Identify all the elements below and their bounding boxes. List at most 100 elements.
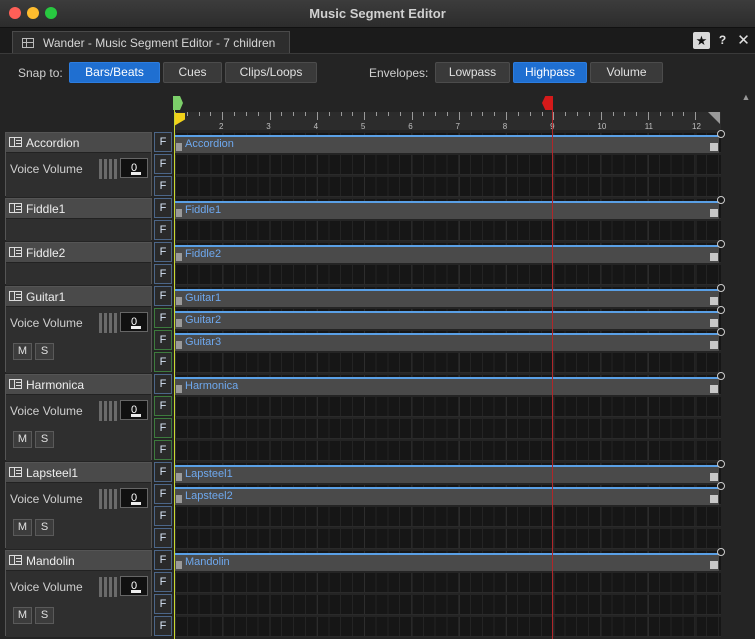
voice-volume-slider[interactable]: [99, 489, 119, 509]
f-button[interactable]: F: [154, 528, 172, 548]
voice-volume-field[interactable]: 0: [120, 400, 148, 420]
clip-end-handle[interactable]: [710, 143, 718, 151]
snap-cues-button[interactable]: Cues: [163, 62, 222, 83]
f-button[interactable]: F: [154, 616, 172, 636]
clip-end-handle[interactable]: [710, 209, 718, 217]
f-button[interactable]: F: [154, 352, 172, 372]
track-lane[interactable]: [175, 397, 721, 417]
track-lane[interactable]: [175, 221, 721, 241]
scroll-up-icon[interactable]: ▲: [741, 92, 751, 102]
voice-volume-slider[interactable]: [99, 159, 119, 179]
clip-start-handle[interactable]: [176, 341, 182, 349]
clip-end-handle[interactable]: [710, 297, 718, 305]
clip-end-handle[interactable]: [710, 473, 718, 481]
f-button[interactable]: F: [154, 484, 172, 504]
f-button[interactable]: F: [154, 572, 172, 592]
f-button[interactable]: F: [154, 154, 172, 174]
track-lane[interactable]: [175, 265, 721, 285]
track-name-row[interactable]: Lapsteel1: [6, 463, 151, 482]
music-clip[interactable]: Guitar1: [175, 284, 725, 307]
f-button[interactable]: F: [154, 440, 172, 460]
track-name-row[interactable]: Fiddle2: [6, 243, 151, 262]
mute-button[interactable]: M: [13, 519, 32, 536]
voice-volume-field[interactable]: 0: [120, 488, 148, 508]
music-clip[interactable]: Guitar3: [175, 328, 725, 351]
clip-envelope-point[interactable]: [717, 240, 725, 248]
track-lane[interactable]: [175, 529, 721, 549]
clip-start-handle[interactable]: [176, 561, 182, 569]
mute-button[interactable]: M: [13, 431, 32, 448]
track-header[interactable]: Fiddle2: [5, 242, 152, 285]
music-clip[interactable]: Harmonica: [175, 372, 725, 395]
track-header[interactable]: Lapsteel1 Voice Volume 0 M S: [5, 462, 152, 549]
clip-end-handle[interactable]: [710, 319, 718, 327]
help-icon[interactable]: ?: [714, 32, 731, 49]
f-button[interactable]: F: [154, 594, 172, 614]
track-lane[interactable]: [175, 353, 721, 373]
f-button[interactable]: F: [154, 462, 172, 482]
track-lane[interactable]: [175, 595, 721, 615]
voice-volume-field[interactable]: 0: [120, 576, 148, 596]
track-header[interactable]: Harmonica Voice Volume 0 M S: [5, 374, 152, 461]
solo-button[interactable]: S: [35, 343, 54, 360]
voice-volume-field[interactable]: 0: [120, 158, 148, 178]
music-clip[interactable]: Guitar2: [175, 306, 725, 329]
track-lane[interactable]: [175, 441, 721, 461]
envelope-highpass-button[interactable]: Highpass: [513, 62, 587, 83]
clip-end-handle[interactable]: [710, 341, 718, 349]
track-lane[interactable]: [175, 507, 721, 527]
pin-icon[interactable]: ★: [693, 32, 710, 49]
timeline-ruler[interactable]: 23456789101112: [175, 96, 721, 132]
track-lane[interactable]: [175, 155, 721, 175]
track-header[interactable]: Accordion Voice Volume 0: [5, 132, 152, 197]
clip-envelope-point[interactable]: [717, 306, 725, 314]
clip-envelope-point[interactable]: [717, 130, 725, 138]
solo-button[interactable]: S: [35, 519, 54, 536]
music-clip[interactable]: Fiddle2: [175, 240, 725, 263]
mute-button[interactable]: M: [13, 607, 32, 624]
clip-envelope-point[interactable]: [717, 284, 725, 292]
clip-end-handle[interactable]: [710, 495, 718, 503]
close-icon[interactable]: ✕: [735, 32, 752, 49]
clip-end-handle[interactable]: [710, 561, 718, 569]
music-clip[interactable]: Mandolin: [175, 548, 725, 571]
snap-clips-loops-button[interactable]: Clips/Loops: [225, 62, 317, 83]
tab-editor[interactable]: Wander - Music Segment Editor - 7 childr…: [12, 31, 290, 53]
track-name-row[interactable]: Mandolin: [6, 551, 151, 570]
voice-volume-slider[interactable]: [99, 313, 119, 333]
music-clip[interactable]: Lapsteel1: [175, 460, 725, 483]
clip-end-handle[interactable]: [710, 253, 718, 261]
track-lane[interactable]: [175, 419, 721, 439]
f-button[interactable]: F: [154, 308, 172, 328]
track-name-row[interactable]: Harmonica: [6, 375, 151, 394]
clip-start-handle[interactable]: [176, 297, 182, 305]
f-button[interactable]: F: [154, 506, 172, 526]
f-button[interactable]: F: [154, 418, 172, 438]
track-header[interactable]: Mandolin Voice Volume 0 M S: [5, 550, 152, 637]
track-header[interactable]: Guitar1 Voice Volume 0 M S: [5, 286, 152, 373]
f-button[interactable]: F: [154, 550, 172, 570]
voice-volume-field[interactable]: 0: [120, 312, 148, 332]
clip-start-handle[interactable]: [176, 495, 182, 503]
f-button[interactable]: F: [154, 132, 172, 152]
solo-button[interactable]: S: [35, 431, 54, 448]
f-button[interactable]: F: [154, 396, 172, 416]
clip-envelope-point[interactable]: [717, 482, 725, 490]
f-button[interactable]: F: [154, 242, 172, 262]
envelope-volume-button[interactable]: Volume: [590, 62, 663, 83]
envelope-lowpass-button[interactable]: Lowpass: [435, 62, 510, 83]
clip-envelope-point[interactable]: [717, 372, 725, 380]
clip-start-handle[interactable]: [176, 209, 182, 217]
track-name-row[interactable]: Accordion: [6, 133, 151, 152]
track-header[interactable]: Fiddle1: [5, 198, 152, 241]
clip-end-handle[interactable]: [710, 385, 718, 393]
f-button[interactable]: F: [154, 264, 172, 284]
snap-bars-beats-button[interactable]: Bars/Beats: [69, 62, 160, 83]
clip-start-handle[interactable]: [176, 253, 182, 261]
f-button[interactable]: F: [154, 198, 172, 218]
clip-start-handle[interactable]: [176, 143, 182, 151]
voice-volume-slider[interactable]: [99, 577, 119, 597]
f-button[interactable]: F: [154, 220, 172, 240]
music-clip[interactable]: Accordion: [175, 130, 725, 153]
f-button[interactable]: F: [154, 176, 172, 196]
